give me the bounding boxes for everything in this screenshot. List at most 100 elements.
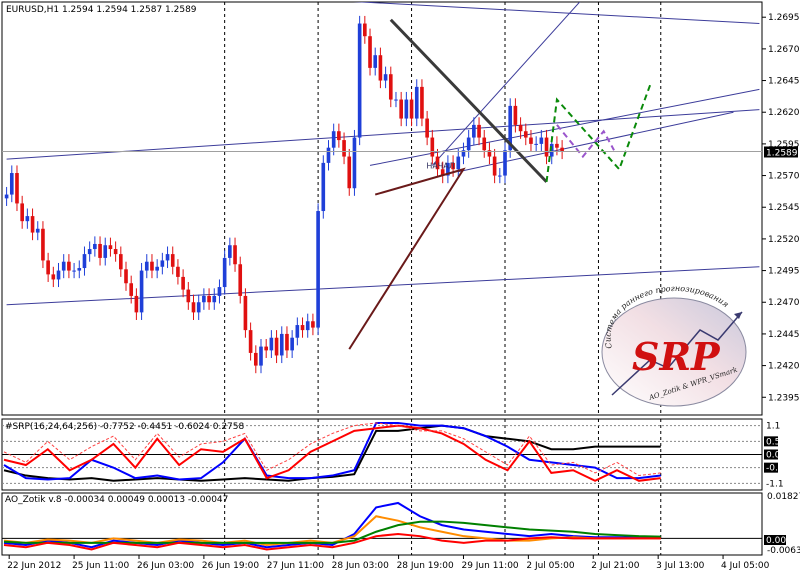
price-bar <box>129 283 134 296</box>
price-bar <box>67 261 71 271</box>
price-bar <box>176 266 180 277</box>
price-bar <box>51 274 56 280</box>
price-bar <box>41 228 45 261</box>
price-bar <box>264 346 269 351</box>
time-tick-label: 26 Jun 19:00 <box>202 561 259 571</box>
srp-level-label: 0.00 <box>766 451 786 461</box>
price-bar <box>93 243 97 250</box>
time-tick-label: 26 Jun 03:00 <box>137 561 194 571</box>
price-tick-label: 1.2695 <box>768 13 800 23</box>
time-tick-label: 3 Jul 13:00 <box>656 561 705 571</box>
time-tick-label: 27 Jun 11:00 <box>267 561 324 571</box>
price-tick-label: 1.2595 <box>768 140 800 150</box>
price-bar <box>56 270 61 280</box>
price-bar <box>373 55 378 68</box>
srp-logo-text: SRP <box>632 334 721 379</box>
price-bar <box>295 325 300 338</box>
time-tick-label: 25 Jun 11:00 <box>72 561 129 571</box>
price-tick-label: 1.2620 <box>768 108 800 118</box>
price-bar <box>269 337 274 351</box>
price-bar <box>404 99 409 119</box>
price-bar <box>181 276 185 290</box>
price-tick-label: 1.2470 <box>768 298 800 308</box>
price-bar <box>425 118 429 138</box>
price-bar <box>82 254 87 269</box>
price-tick-label: 1.2570 <box>768 172 800 182</box>
price-bar <box>165 254 170 261</box>
price-bar <box>368 36 372 68</box>
price-bar <box>539 137 544 144</box>
price-tick-label: 1.2520 <box>768 235 800 245</box>
price-bar <box>383 74 388 81</box>
price-bar <box>72 270 76 272</box>
price-bar <box>430 137 435 157</box>
price-bar <box>61 261 66 271</box>
price-bar <box>4 194 9 199</box>
price-bar <box>285 333 289 351</box>
price-tick-label: 1.2645 <box>768 77 800 87</box>
price-bar <box>155 266 159 271</box>
time-tick-label: 2 Jul 05:00 <box>526 561 575 571</box>
price-bar <box>77 268 82 271</box>
price-bar <box>108 245 113 250</box>
price-tick-label: 1.2445 <box>768 330 800 340</box>
price-bar <box>113 249 118 255</box>
time-tick-label: 29 Jun 11:00 <box>461 561 518 571</box>
price-bar <box>352 137 357 189</box>
price-bar <box>305 321 310 331</box>
price-bar <box>311 321 315 328</box>
price-bar <box>414 86 419 119</box>
srp-logo: SRP Система раннего прогнозирования AO_Z… <box>601 284 747 407</box>
price-bar <box>186 289 191 303</box>
indicator-ao-panel: AO_Zotik v.8 -0.00034 0.00049 0.00013 -0… <box>1 492 800 556</box>
price-bar <box>160 260 165 267</box>
price-bar <box>243 295 248 331</box>
price-bar <box>248 330 253 353</box>
price-bar <box>518 124 523 132</box>
price-bar <box>30 216 35 233</box>
price-bar <box>207 295 211 303</box>
price-tick-label: 1.2545 <box>768 203 800 213</box>
price-bar <box>503 150 507 176</box>
price-bar <box>477 124 481 138</box>
price-bar <box>394 99 398 101</box>
price-bar <box>482 137 487 151</box>
price-bar <box>196 302 201 313</box>
ao-top-value: 0.01827 <box>767 492 800 502</box>
price-bar <box>134 295 139 313</box>
price-bar <box>87 249 92 255</box>
ao-bottom-value: -0.00638 <box>767 546 800 556</box>
price-tick-label: 1.2395 <box>768 393 800 403</box>
price-bar <box>222 257 227 288</box>
time-axis: 22 Jun 2012 25 Jun 11:00 26 Jun 03:00 26 Ju… <box>7 555 770 571</box>
pattern-annotation: НАЧАЛ <box>426 161 454 170</box>
price-bar <box>144 261 149 271</box>
price-bar <box>98 243 102 258</box>
price-bar <box>212 295 217 303</box>
price-bar <box>560 147 564 152</box>
price-bar <box>326 147 331 163</box>
srp-level-label: -0.5 <box>766 464 784 474</box>
price-bar <box>523 131 528 138</box>
indicator-srp-panel: 1.1 0.5 0.00 -0.5 -1.1 #SRP(16,24,64,256) -0… <box>1 418 786 491</box>
price-bar <box>529 137 533 144</box>
price-bar <box>347 156 352 189</box>
price-tick-label: 1.2420 <box>768 362 800 372</box>
indicator-ao-label: AO_Zotik v.8 -0.00034 0.00049 0.00013 -0… <box>5 495 228 505</box>
ao-zero-value: 0.00 <box>766 536 786 546</box>
price-bar <box>35 228 40 233</box>
price-bar <box>191 302 196 313</box>
price-bar <box>15 173 19 204</box>
price-bar <box>170 254 175 267</box>
price-bar <box>25 216 30 222</box>
indicator-srp-label: #SRP(16,24,64,256) -0.7752 -0.4451 -0.60… <box>5 422 244 432</box>
time-tick-label: 22 Jun 2012 <box>7 561 61 571</box>
price-tick-label: 1.2670 <box>768 45 800 55</box>
price-bar <box>357 23 362 138</box>
price-axis: 1.2695 1.2670 1.2645 1.2620 1.2595 1.2570 1.25… <box>762 13 800 403</box>
price-bar <box>290 337 294 351</box>
time-tick-label: 28 Jun 19:00 <box>397 561 454 571</box>
price-bar <box>544 137 549 157</box>
price-bar <box>492 156 497 176</box>
price-bar <box>274 337 279 356</box>
